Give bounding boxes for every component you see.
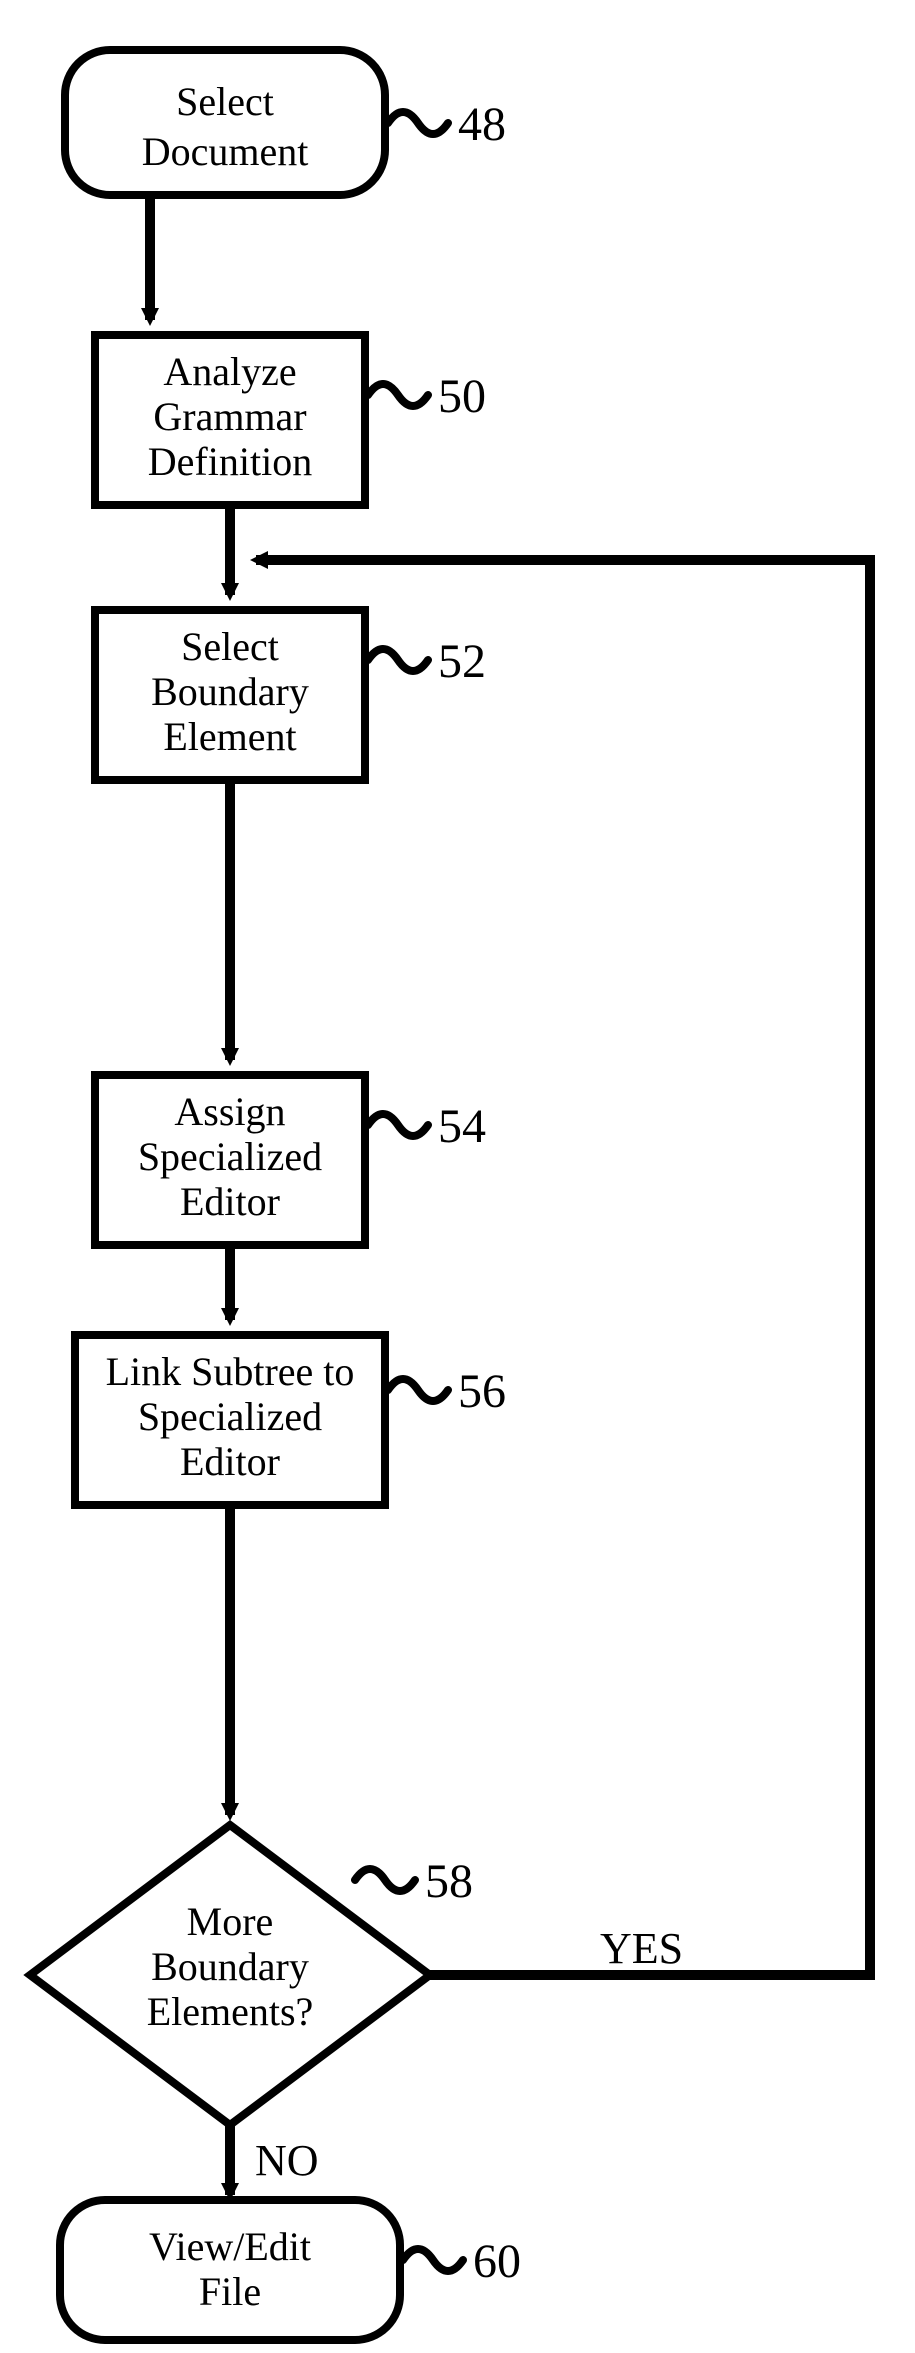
edge-58-60-no: NO (230, 2125, 319, 2195)
edge-yes-label: YES (600, 1924, 683, 1973)
node-58-label: 58 (425, 1855, 473, 1908)
node-select-document: Select Document 48 (65, 50, 506, 195)
node-view-edit: View/Edit File 60 (60, 2200, 521, 2340)
node-analyze-grammar: Analyze Grammar Definition 50 (95, 335, 486, 505)
node-54-label: 54 (438, 1100, 486, 1153)
node-56-line2: Specialized (138, 1394, 322, 1439)
node-54-line1: Assign (174, 1089, 285, 1134)
node-select-boundary: Select Boundary Element 52 (95, 610, 486, 780)
node-60-line2: File (199, 2269, 261, 2314)
node-52-line3: Element (163, 714, 296, 759)
node-48-line2: Document (142, 129, 309, 174)
node-58-line2: Boundary (151, 1944, 309, 1989)
node-52-line2: Boundary (151, 669, 309, 714)
node-48-line1: Select (176, 79, 274, 124)
node-50-line2: Grammar (153, 394, 306, 439)
node-52-label: 52 (438, 635, 486, 688)
node-58-line3: Elements? (147, 1989, 314, 2034)
node-56-line1: Link Subtree to (106, 1349, 355, 1394)
node-50-label: 50 (438, 370, 486, 423)
node-56-label: 56 (458, 1365, 506, 1418)
node-60-line1: View/Edit (149, 2224, 311, 2269)
node-54-line2: Specialized (138, 1134, 322, 1179)
node-more-boundary: More Boundary Elements? 58 (30, 1825, 473, 2125)
node-54-line3: Editor (180, 1179, 280, 1224)
node-48-label: 48 (458, 98, 506, 151)
node-56-line3: Editor (180, 1439, 280, 1484)
node-50-line1: Analyze (163, 349, 296, 394)
node-60-label: 60 (473, 2235, 521, 2288)
node-link-subtree: Link Subtree to Specialized Editor 56 (75, 1335, 506, 1505)
flowchart: Select Document 48 Analyze Grammar Defin… (0, 0, 915, 2353)
node-assign-editor: Assign Specialized Editor 54 (95, 1075, 486, 1245)
node-52-line1: Select (181, 624, 279, 669)
edge-no-label: NO (255, 2136, 319, 2185)
node-58-line1: More (187, 1899, 274, 1944)
node-50-line3: Definition (148, 439, 312, 484)
